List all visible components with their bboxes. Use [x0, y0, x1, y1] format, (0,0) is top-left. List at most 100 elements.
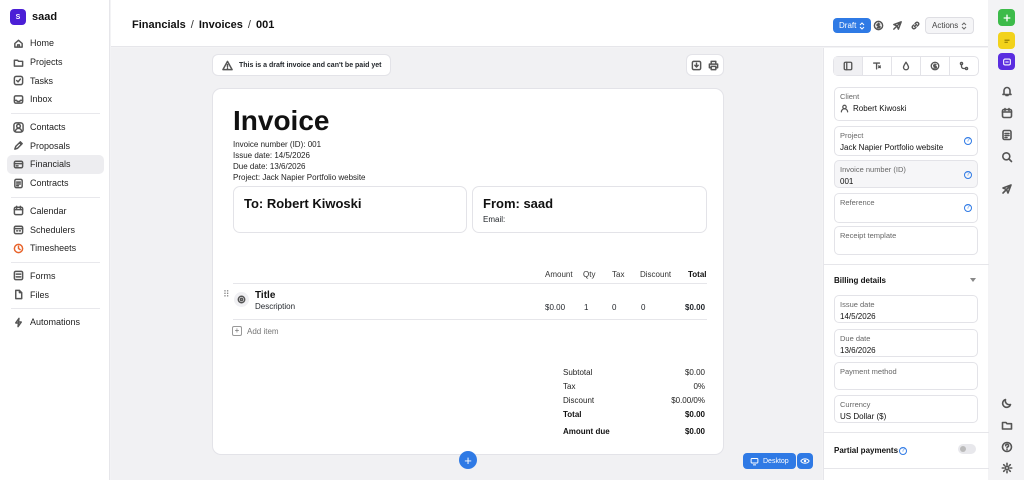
item-title[interactable]: Title [255, 290, 275, 301]
command-palette-button[interactable] [998, 53, 1015, 70]
calendar-icon[interactable] [1000, 106, 1013, 119]
sidebar-item-label: Schedulers [30, 224, 76, 235]
invoice-title[interactable]: Invoice [233, 105, 329, 137]
sidebar-item-home[interactable]: Home [7, 34, 104, 53]
help-icon[interactable]: ? [964, 171, 972, 179]
gear-icon[interactable] [1000, 461, 1013, 474]
form-icon [13, 270, 24, 281]
sidebar-nav: Home Projects Tasks Inbox Contacts Proposals F… [7, 34, 104, 332]
help-icon[interactable]: ? [899, 447, 907, 455]
add-item-button[interactable]: + Add item [232, 326, 279, 336]
notes-icon[interactable] [1000, 128, 1013, 141]
tab-layout[interactable] [834, 57, 863, 75]
sidebar-item-timesheets[interactable]: Timesheets [7, 239, 104, 258]
tab-colors[interactable] [892, 57, 921, 75]
sidebar-item-files[interactable]: Files [7, 285, 104, 304]
item-discount[interactable]: 0 [641, 303, 645, 312]
reference-field[interactable]: Reference ? [834, 193, 978, 223]
sidebar-item-contacts[interactable]: Contacts [7, 118, 104, 137]
invoice-number-field[interactable]: Invoice number (ID) 001 ? [834, 160, 978, 188]
summary-label: Amount due [563, 427, 610, 436]
download-icon[interactable] [691, 60, 702, 71]
summary-value: $0.00 [684, 410, 705, 419]
payment-method-field[interactable]: Payment method [834, 362, 978, 390]
folder-icon[interactable] [1000, 418, 1013, 431]
bill-from-card[interactable]: From: saad Email: [472, 186, 707, 233]
billing-details-title[interactable]: Billing details [834, 276, 886, 285]
draft-notice-text: This is a draft invoice and can't be pai… [239, 61, 382, 69]
moon-icon[interactable] [1000, 396, 1013, 409]
desktop-label: Desktop [763, 457, 789, 465]
project-field[interactable]: Project Jack Napier Portfolio website ? [834, 126, 978, 156]
summary-value: $0.00 [684, 368, 705, 377]
sidebar-item-inbox[interactable]: Inbox [7, 90, 104, 109]
tab-currency[interactable] [921, 57, 950, 75]
client-value: Robert Kiwoski [853, 104, 907, 113]
sidebar-item-financials[interactable]: Financials [7, 155, 104, 174]
summary-label: Tax [563, 382, 576, 391]
user-icon [840, 104, 849, 113]
invoice-number-line: Invoice number (ID): 001 [233, 140, 322, 149]
help-icon[interactable]: ? [964, 137, 972, 145]
currency-field[interactable]: Currency US Dollar ($) [834, 395, 978, 423]
drag-handle-icon[interactable]: ⠿ [223, 289, 230, 300]
receipt-template-field[interactable]: Receipt template [834, 226, 978, 255]
add-block-button[interactable]: + [459, 451, 477, 469]
sidebar-item-schedulers[interactable]: Schedulers [7, 220, 104, 239]
currency-settings-icon[interactable] [871, 18, 886, 33]
search-icon[interactable] [1000, 150, 1013, 163]
item-tax[interactable]: 0 [612, 303, 616, 312]
actions-dropdown[interactable]: Actions [925, 17, 975, 34]
issue-date-line: Issue date: 14/5/2026 [233, 151, 310, 160]
column-total: Total [688, 270, 707, 279]
sidebar-item-tasks[interactable]: Tasks [7, 71, 104, 90]
item-settings-icon[interactable] [234, 292, 249, 307]
invoice-canvas: This is a draft invoice and can't be pai… [111, 48, 822, 480]
item-amount[interactable]: $0.00 [545, 303, 565, 312]
workspace-switcher[interactable]: S saad [10, 9, 57, 25]
help-icon[interactable]: ? [964, 204, 972, 212]
project-line: Project: Jack Napier Portfolio website [233, 173, 366, 182]
contacts-icon [13, 121, 24, 133]
link-icon[interactable] [908, 18, 923, 33]
partial-payments-toggle[interactable] [958, 444, 976, 454]
sidebar-divider [11, 112, 100, 114]
summary-label: Subtotal [563, 368, 593, 377]
breadcrumb-financials[interactable]: Financials [132, 19, 186, 31]
desktop-preview-button[interactable]: Desktop [743, 453, 796, 469]
sidebar-item-projects[interactable]: Projects [7, 53, 104, 72]
print-icon[interactable] [708, 60, 719, 71]
status-dropdown[interactable]: Draft [833, 18, 872, 33]
tab-integrations[interactable] [950, 57, 978, 75]
preview-eye-button[interactable] [797, 453, 813, 469]
breadcrumb-invoices[interactable]: Invoices [199, 19, 243, 31]
actions-label: Actions [932, 21, 959, 30]
tab-typography[interactable] [863, 57, 892, 75]
rocket-icon[interactable] [1000, 182, 1013, 195]
help-circle-icon[interactable] [1000, 440, 1013, 453]
create-new-button[interactable] [998, 9, 1015, 26]
sidebar-item-forms[interactable]: Forms [7, 267, 104, 286]
plus-icon [1002, 13, 1012, 23]
sidebar-item-contracts[interactable]: Contracts [7, 174, 104, 193]
client-field[interactable]: Client Robert Kiwoski [834, 87, 978, 121]
scheduler-icon [13, 224, 24, 235]
item-description[interactable]: Description [255, 302, 295, 311]
sidebar-item-label: Calendar [30, 205, 67, 216]
bill-to-card[interactable]: To: Robert Kiwoski [233, 186, 467, 233]
issue-date-field[interactable]: Issue date 14/5/2026 [834, 295, 978, 323]
chevron-down-icon[interactable] [970, 278, 976, 282]
sidebar-item-proposals[interactable]: Proposals [7, 136, 104, 155]
sidebar-item-calendar[interactable]: Calendar [7, 202, 104, 221]
quick-note-button[interactable] [998, 32, 1015, 49]
sidebar-item-automations[interactable]: Automations [7, 313, 104, 332]
updown-icon [961, 21, 967, 30]
bell-icon[interactable] [1000, 84, 1013, 97]
send-icon[interactable] [890, 18, 905, 33]
automation-icon [13, 317, 24, 328]
breadcrumb-separator: / [247, 19, 251, 31]
due-date-field[interactable]: Due date 13/6/2026 [834, 329, 978, 357]
table-divider [233, 283, 707, 284]
sidebar-item-label: Inbox [30, 94, 53, 105]
item-qty[interactable]: 1 [584, 303, 588, 312]
